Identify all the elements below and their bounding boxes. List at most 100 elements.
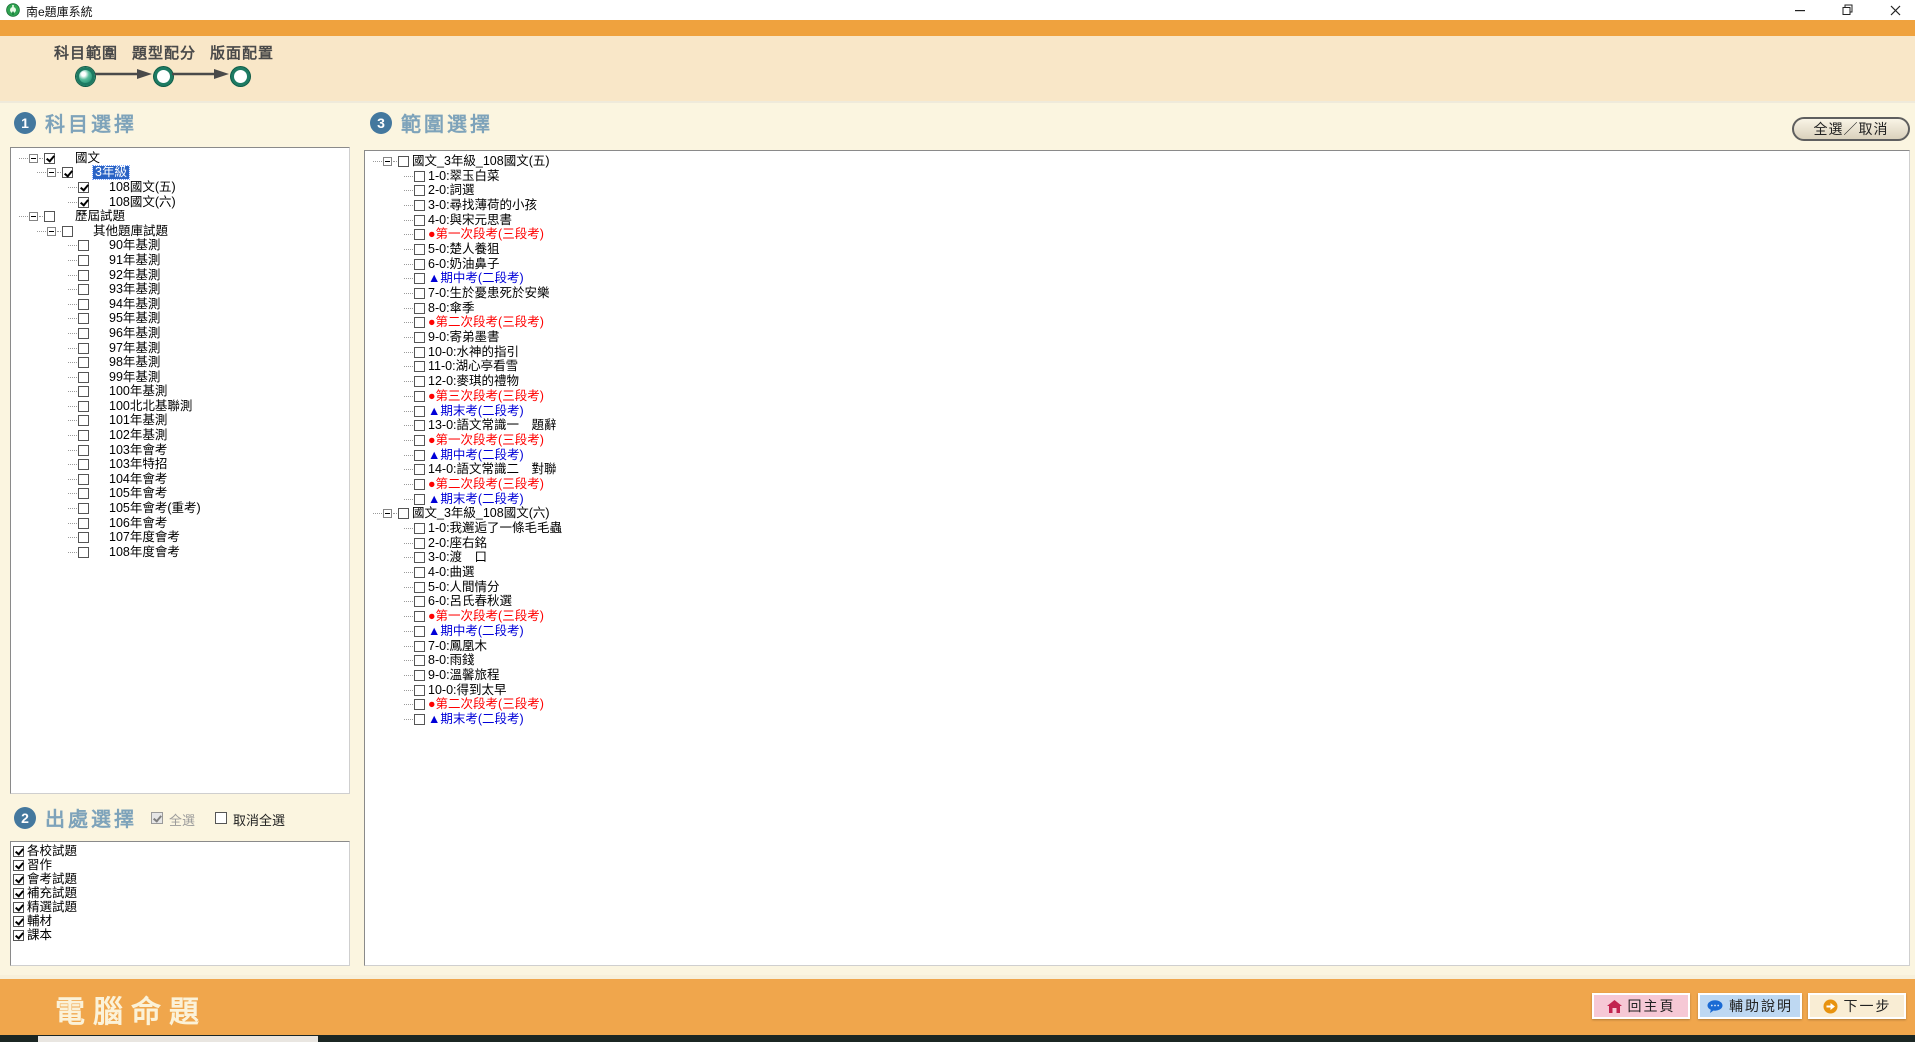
tree-node-label[interactable]: 104年會考 [109, 473, 167, 486]
tree-node-label[interactable]: 101年基測 [109, 414, 167, 427]
tree-checkbox[interactable] [414, 391, 425, 402]
tree-checkbox[interactable] [78, 240, 89, 251]
tree-node-label[interactable]: 13-0:語文常識一 題辭 [428, 419, 557, 432]
tree-checkbox[interactable] [78, 474, 89, 485]
tree-node-label[interactable]: 7-0:生於憂患死於安樂 [428, 287, 550, 300]
taskbar-edge[interactable] [0, 1035, 1915, 1042]
source-checkbox[interactable] [13, 930, 24, 941]
tree-node-label[interactable]: 國文 [75, 152, 100, 165]
tree-node-label[interactable]: 94年基測 [109, 298, 160, 311]
select-toggle-button[interactable]: 全選／取消 [1792, 117, 1910, 141]
tree-checkbox[interactable] [414, 494, 425, 505]
tree-checkbox[interactable] [414, 641, 425, 652]
tree-checkbox[interactable] [414, 523, 425, 534]
home-button[interactable]: 回主頁 [1592, 993, 1690, 1019]
tree-node-label[interactable]: 100北北基聯測 [109, 400, 192, 413]
tree-checkbox[interactable] [78, 284, 89, 295]
tree-checkbox[interactable] [414, 332, 425, 343]
tree-node-label[interactable]: 10-0:水神的指引 [428, 346, 519, 359]
tree-node-label[interactable]: ▲期中考(二段考) [428, 272, 524, 285]
tree-node-label[interactable]: 100年基測 [109, 385, 167, 398]
tree-checkbox[interactable] [414, 259, 425, 270]
tree-checkbox[interactable] [78, 401, 89, 412]
tree-node-label[interactable]: 1-0:我邂逅了一條毛毛蟲 [428, 522, 562, 535]
tree-node-label[interactable]: 10-0:得到太早 [428, 684, 507, 697]
tree-node-label[interactable]: 106年會考 [109, 517, 167, 530]
tree-checkbox[interactable] [414, 538, 425, 549]
tree-checkbox[interactable] [414, 699, 425, 710]
tree-node-label[interactable]: 90年基測 [109, 239, 160, 252]
tree-expander-icon[interactable] [29, 154, 38, 163]
tree-checkbox[interactable] [414, 450, 425, 461]
tree-checkbox[interactable] [78, 547, 89, 558]
tree-node-label[interactable]: 2-0:詞選 [428, 184, 475, 197]
tree-node-label[interactable]: 98年基測 [109, 356, 160, 369]
tree-node-label[interactable]: ●第二次段考(三段考) [428, 698, 544, 711]
tree-node-label[interactable]: 4-0:與宋元思書 [428, 214, 512, 227]
tree-node-label[interactable]: 8-0:傘季 [428, 302, 475, 315]
tree-checkbox[interactable] [78, 372, 89, 383]
tree-checkbox[interactable] [78, 270, 89, 281]
tree-checkbox[interactable] [44, 153, 55, 164]
tree-checkbox[interactable] [78, 518, 89, 529]
tree-node-label[interactable]: 9-0:溫馨旅程 [428, 669, 500, 682]
tree-node-label[interactable]: 其他題庫試題 [93, 225, 168, 238]
tree-checkbox[interactable] [398, 508, 409, 519]
tree-node-label[interactable]: 103年會考 [109, 444, 167, 457]
tree-node-label[interactable]: ●第二次段考(三段考) [428, 316, 544, 329]
tree-node-label[interactable]: 105年會考(重考) [109, 502, 201, 515]
tree-expander-icon[interactable] [383, 157, 392, 166]
tree-node-label[interactable]: 103年特招 [109, 458, 167, 471]
tree-node-label[interactable]: ▲期中考(二段考) [428, 625, 524, 638]
tree-node-label[interactable]: 12-0:麥琪的禮物 [428, 375, 519, 388]
tree-checkbox[interactable] [78, 532, 89, 543]
tree-checkbox[interactable] [78, 343, 89, 354]
tree-node-label[interactable]: 105年會考 [109, 487, 167, 500]
tree-checkbox[interactable] [78, 430, 89, 441]
tree-checkbox[interactable] [78, 459, 89, 470]
tree-checkbox[interactable] [78, 299, 89, 310]
minimize-button[interactable] [1784, 0, 1816, 20]
tree-checkbox[interactable] [78, 386, 89, 397]
tree-node-label[interactable]: 3-0:尋找薄荷的小孩 [428, 199, 537, 212]
source-checkbox[interactable] [13, 916, 24, 927]
tree-node-label[interactable]: 8-0:雨錢 [428, 654, 475, 667]
tree-node-label[interactable]: 99年基測 [109, 371, 160, 384]
tree-checkbox[interactable] [414, 317, 425, 328]
tree-checkbox[interactable] [414, 582, 425, 593]
tree-checkbox[interactable] [414, 361, 425, 372]
tree-node-label[interactable]: 3年級 [93, 166, 129, 179]
tree-node-label[interactable]: 3-0:渡 口 [428, 551, 487, 564]
tree-checkbox[interactable] [414, 244, 425, 255]
tree-checkbox[interactable] [414, 347, 425, 358]
close-icon[interactable] [1879, 0, 1911, 20]
tree-node-label[interactable]: ●第一次段考(三段考) [428, 610, 544, 623]
tree-node-label[interactable]: 9-0:寄弟墨書 [428, 331, 500, 344]
help-button[interactable]: 輔助說明 [1698, 993, 1802, 1019]
tree-checkbox[interactable] [78, 503, 89, 514]
tree-checkbox[interactable] [414, 596, 425, 607]
tree-checkbox[interactable] [414, 552, 425, 563]
tree-checkbox[interactable] [414, 376, 425, 387]
tree-node-label[interactable]: 6-0:呂氏春秋選 [428, 595, 512, 608]
tree-node-label[interactable]: 4-0:曲選 [428, 566, 475, 579]
tree-node-label[interactable]: 108國文(六) [109, 196, 176, 209]
tree-checkbox[interactable] [414, 435, 425, 446]
tree-node-label[interactable]: ▲期中考(二段考) [428, 449, 524, 462]
source-checkbox[interactable] [13, 902, 24, 913]
tree-checkbox[interactable] [78, 357, 89, 368]
tree-node-label[interactable]: 11-0:湖心亭看雪 [428, 360, 518, 373]
tree-node-label[interactable]: ●第二次段考(三段考) [428, 478, 544, 491]
tree-checkbox[interactable] [414, 685, 425, 696]
tree-node-label[interactable]: ▲期末考(二段考) [428, 405, 524, 418]
tree-checkbox[interactable] [78, 328, 89, 339]
tree-checkbox[interactable] [414, 479, 425, 490]
tree-node-label[interactable]: 5-0:楚人養狙 [428, 243, 500, 256]
tree-node-label[interactable]: 108年度會考 [109, 546, 180, 559]
tree-node-label[interactable]: 7-0:鳳凰木 [428, 640, 487, 653]
tree-expander-icon[interactable] [29, 212, 38, 221]
tree-node-label[interactable]: ●第一次段考(三段考) [428, 228, 544, 241]
tree-node-label[interactable]: 92年基測 [109, 269, 160, 282]
tree-checkbox[interactable] [414, 303, 425, 314]
tree-checkbox[interactable] [414, 655, 425, 666]
